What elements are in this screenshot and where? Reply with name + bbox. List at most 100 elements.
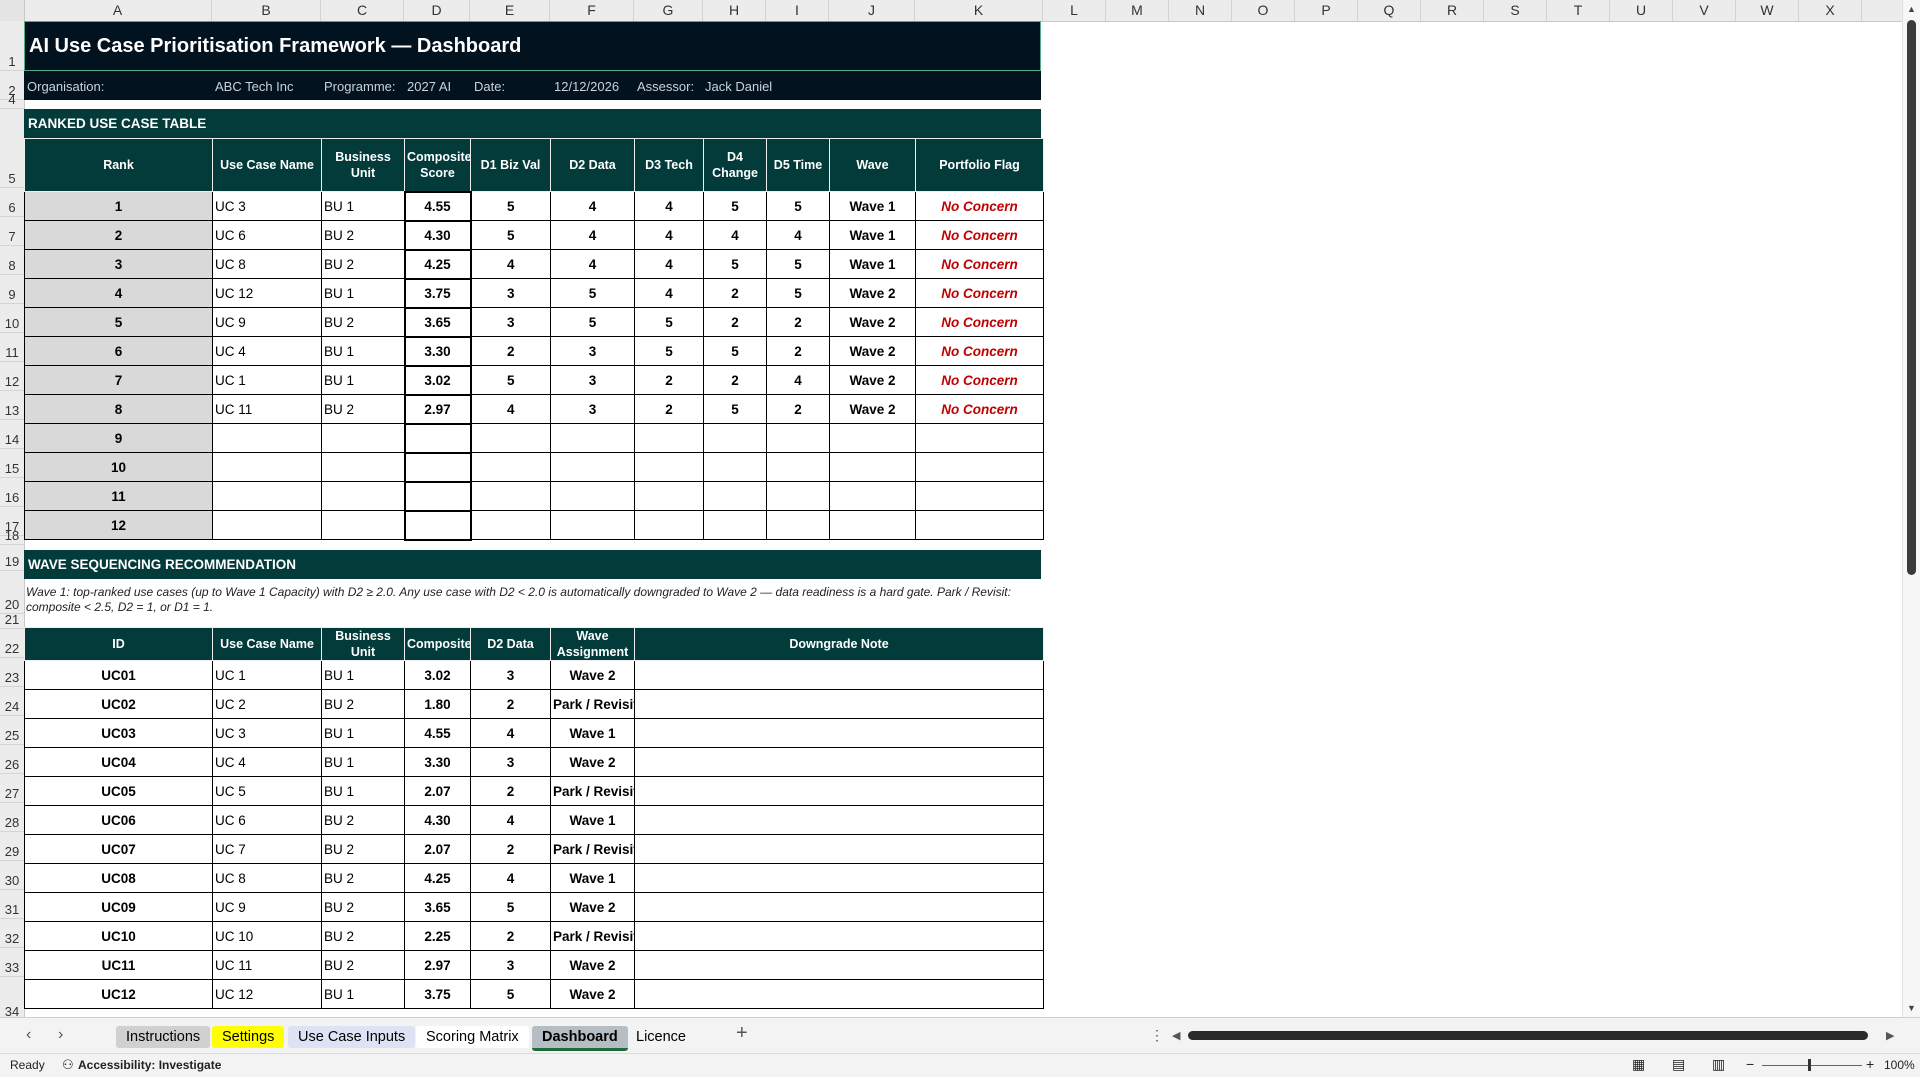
business-unit-cell[interactable]: BU 2 xyxy=(321,834,405,864)
business-unit-cell[interactable] xyxy=(321,452,405,482)
use-case-cell[interactable]: UC 6 xyxy=(212,805,322,835)
wave-header-6[interactable]: Downgrade Note xyxy=(634,627,1044,661)
id-cell[interactable]: UC10 xyxy=(24,921,213,951)
d4-cell[interactable]: 2 xyxy=(703,307,767,337)
use-case-cell[interactable] xyxy=(212,423,322,453)
business-unit-cell[interactable]: BU 1 xyxy=(321,191,405,221)
composite-cell[interactable]: 2.07 xyxy=(404,776,471,806)
zoom-slider[interactable] xyxy=(1762,1065,1862,1066)
d2-cell[interactable] xyxy=(550,510,635,540)
composite-cell[interactable]: 4.30 xyxy=(404,805,471,835)
d3-cell[interactable]: 2 xyxy=(634,365,704,395)
use-case-cell[interactable] xyxy=(212,452,322,482)
d1-cell[interactable] xyxy=(470,452,551,482)
business-unit-cell[interactable]: BU 2 xyxy=(321,805,405,835)
wave-header-1[interactable]: Use Case Name xyxy=(212,627,322,661)
composite-score-cell[interactable]: 4.25 xyxy=(403,248,472,280)
wave-cell[interactable]: Wave 2 xyxy=(829,394,916,424)
d4-cell[interactable]: 5 xyxy=(703,191,767,221)
d2-cell[interactable]: 3 xyxy=(550,365,635,395)
row-header-26[interactable]: 26 xyxy=(0,745,24,774)
row-header-18[interactable]: 18 xyxy=(0,528,24,545)
wave-assignment-cell[interactable]: Wave 2 xyxy=(550,950,635,980)
column-header-b[interactable]: B xyxy=(212,0,321,21)
d2-data-cell[interactable]: 2 xyxy=(470,921,551,951)
portfolio-flag-cell[interactable]: No Concern xyxy=(915,191,1044,221)
row-header-24[interactable]: 24 xyxy=(0,687,24,716)
sheet-tab-dashboard[interactable]: Dashboard xyxy=(532,1026,628,1051)
title-band[interactable]: AI Use Case Prioritisation Framework — D… xyxy=(24,21,1041,71)
column-header-c[interactable]: C xyxy=(321,0,404,21)
wave-cell[interactable] xyxy=(829,481,916,511)
row-header-7[interactable]: 7 xyxy=(0,217,24,246)
d4-cell[interactable]: 2 xyxy=(703,278,767,308)
row-header-5[interactable]: 5 xyxy=(0,109,24,188)
column-header-d[interactable]: D xyxy=(404,0,470,21)
column-header-u[interactable]: U xyxy=(1610,0,1673,21)
business-unit-cell[interactable]: BU 2 xyxy=(321,220,405,250)
select-all-corner[interactable] xyxy=(0,0,25,21)
business-unit-cell[interactable]: BU 2 xyxy=(321,689,405,719)
row-header-34[interactable]: 34 xyxy=(0,977,24,1017)
row-header-29[interactable]: 29 xyxy=(0,832,24,861)
downgrade-note-cell[interactable] xyxy=(634,834,1044,864)
business-unit-cell[interactable] xyxy=(321,481,405,511)
wave-cell[interactable]: Wave 1 xyxy=(829,220,916,250)
composite-score-cell[interactable] xyxy=(403,451,472,483)
wave-cell[interactable]: Wave 1 xyxy=(829,249,916,279)
rank-cell[interactable]: 8 xyxy=(24,394,213,424)
d1-cell[interactable]: 3 xyxy=(470,307,551,337)
wave-cell[interactable]: Wave 2 xyxy=(829,336,916,366)
d1-cell[interactable]: 5 xyxy=(470,220,551,250)
ranked-header-3[interactable]: Composite Score xyxy=(404,138,471,192)
ranked-header-4[interactable]: D1 Biz Val xyxy=(470,138,551,192)
d2-data-cell[interactable]: 3 xyxy=(470,660,551,690)
d2-data-cell[interactable]: 4 xyxy=(470,863,551,893)
column-header-g[interactable]: G xyxy=(634,0,703,21)
rank-cell[interactable]: 2 xyxy=(24,220,213,250)
d3-cell[interactable]: 2 xyxy=(634,394,704,424)
composite-cell[interactable]: 4.25 xyxy=(404,863,471,893)
more-options-icon[interactable]: ⋮ xyxy=(1150,1027,1164,1044)
plus-icon[interactable]: + xyxy=(736,1022,748,1045)
use-case-cell[interactable]: UC 9 xyxy=(212,307,322,337)
wave-assignment-cell[interactable]: Park / Revisit xyxy=(550,776,635,806)
row-header-33[interactable]: 33 xyxy=(0,948,24,977)
portfolio-flag-cell[interactable] xyxy=(915,510,1044,540)
zoom-slider-handle[interactable] xyxy=(1808,1059,1811,1071)
composite-score-cell[interactable]: 3.30 xyxy=(403,335,472,367)
wave-header-5[interactable]: Wave Assignment xyxy=(550,627,635,661)
row-header-14[interactable]: 14 xyxy=(0,420,24,449)
use-case-cell[interactable]: UC 3 xyxy=(212,191,322,221)
d1-cell[interactable]: 2 xyxy=(470,336,551,366)
downgrade-note-cell[interactable] xyxy=(634,776,1044,806)
ranked-header-8[interactable]: D5 Time xyxy=(766,138,830,192)
row-header-25[interactable]: 25 xyxy=(0,716,24,745)
use-case-cell[interactable]: UC 8 xyxy=(212,249,322,279)
sheet-tab-use-case-inputs[interactable]: Use Case Inputs xyxy=(288,1026,416,1048)
composite-score-cell[interactable]: 2.97 xyxy=(403,393,472,425)
id-cell[interactable]: UC12 xyxy=(24,979,213,1009)
org-value[interactable]: ABC Tech Inc xyxy=(215,79,294,94)
column-header-p[interactable]: P xyxy=(1295,0,1358,21)
business-unit-cell[interactable]: BU 2 xyxy=(321,394,405,424)
id-cell[interactable]: UC06 xyxy=(24,805,213,835)
wave-header-0[interactable]: ID xyxy=(24,627,213,661)
date-value[interactable]: 12/12/2026 xyxy=(554,79,619,94)
wave-cell[interactable]: Wave 2 xyxy=(829,307,916,337)
use-case-cell[interactable]: UC 2 xyxy=(212,689,322,719)
d2-cell[interactable]: 3 xyxy=(550,394,635,424)
d2-data-cell[interactable]: 5 xyxy=(470,892,551,922)
business-unit-cell[interactable]: BU 2 xyxy=(321,892,405,922)
d5-cell[interactable]: 4 xyxy=(766,220,830,250)
d4-cell[interactable] xyxy=(703,423,767,453)
composite-score-cell[interactable] xyxy=(403,480,472,512)
d2-data-cell[interactable]: 3 xyxy=(470,950,551,980)
rank-cell[interactable]: 12 xyxy=(24,510,213,540)
wave-assignment-cell[interactable]: Park / Revisit xyxy=(550,689,635,719)
business-unit-cell[interactable]: BU 1 xyxy=(321,776,405,806)
composite-score-cell[interactable]: 3.75 xyxy=(403,277,472,309)
row-header-27[interactable]: 27 xyxy=(0,774,24,803)
rank-cell[interactable]: 6 xyxy=(24,336,213,366)
d5-cell[interactable]: 4 xyxy=(766,365,830,395)
